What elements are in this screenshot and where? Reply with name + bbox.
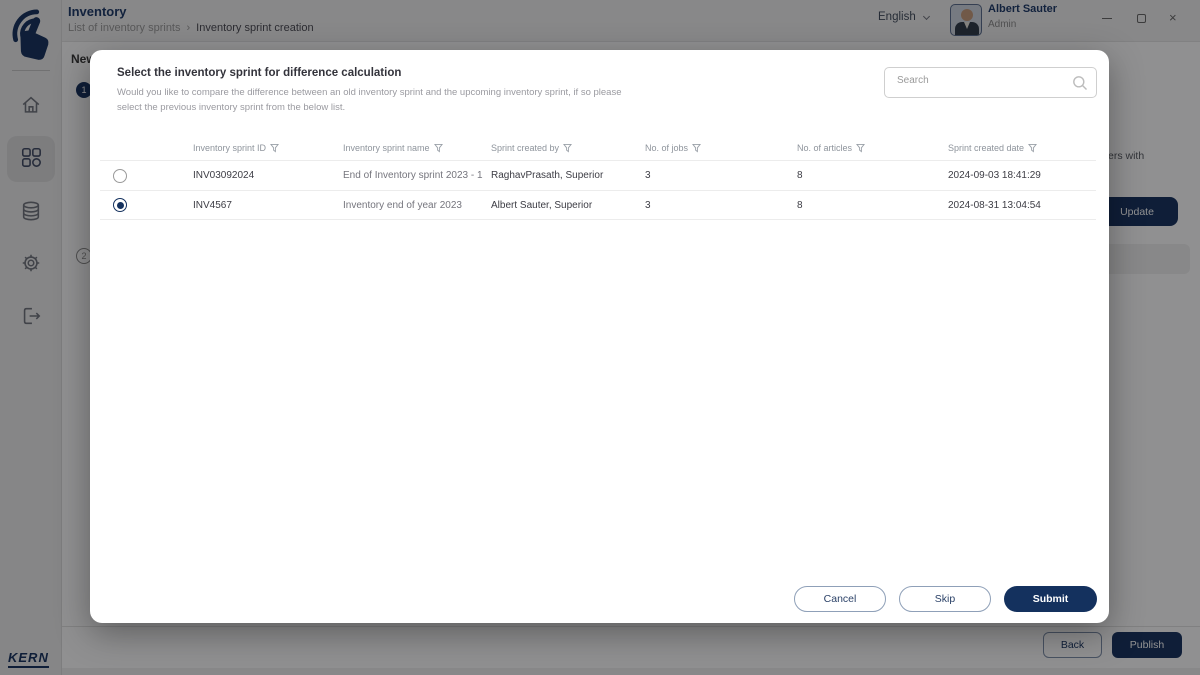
cell-sprint-id: INV4567 [193, 200, 343, 211]
cell-sprint-id: INV03092024 [193, 170, 343, 181]
filter-icon[interactable] [856, 143, 865, 153]
modal-description-line-1: Would you like to compare the difference… [117, 86, 622, 101]
filter-icon[interactable] [270, 143, 279, 153]
column-header-label: Sprint created date [948, 143, 1024, 153]
table-row[interactable]: INV03092024 End of Inventory sprint 2023… [100, 160, 1096, 190]
column-header-jobs[interactable]: No. of jobs [645, 143, 797, 153]
modal-actions: Cancel Skip Submit [794, 586, 1097, 612]
cell-created-date: 2024-08-31 13:04:54 [948, 200, 1096, 211]
column-header-label: Inventory sprint ID [193, 143, 266, 153]
app-window: KERN Inventory List of inventory sprints… [0, 0, 1200, 675]
column-header-label: Sprint created by [491, 143, 559, 153]
modal-description-line-2: select the previous inventory sprint fro… [117, 101, 622, 116]
column-header-sprint-name[interactable]: Inventory sprint name [343, 143, 491, 153]
modal-description: Would you like to compare the difference… [117, 86, 622, 115]
search-box [884, 67, 1097, 98]
sprint-table: Inventory sprint ID Inventory sprint nam… [100, 136, 1096, 220]
filter-icon[interactable] [692, 143, 701, 153]
column-header-sprint-id[interactable]: Inventory sprint ID [193, 143, 343, 153]
cell-articles: 8 [797, 200, 948, 211]
cancel-button[interactable]: Cancel [794, 586, 886, 612]
search-input[interactable] [897, 75, 1062, 86]
column-header-created-by[interactable]: Sprint created by [491, 143, 645, 153]
cell-sprint-name: Inventory end of year 2023 [343, 200, 491, 211]
filter-icon[interactable] [563, 143, 572, 153]
cell-created-by: Albert Sauter, Superior [491, 200, 645, 211]
column-header-label: No. of jobs [645, 143, 688, 153]
cell-created-by: RaghavPrasath, Superior [491, 170, 645, 181]
radio-button-unselected[interactable] [113, 169, 127, 183]
cell-jobs: 3 [645, 200, 797, 211]
filter-icon[interactable] [1028, 143, 1037, 153]
cell-articles: 8 [797, 170, 948, 181]
table-header-row: Inventory sprint ID Inventory sprint nam… [100, 136, 1096, 160]
column-header-created-date[interactable]: Sprint created date [948, 143, 1096, 153]
cell-sprint-name: End of Inventory sprint 2023 - 1 [343, 170, 491, 181]
column-header-articles[interactable]: No. of articles [797, 143, 948, 153]
skip-button[interactable]: Skip [899, 586, 991, 612]
sprint-selection-modal: Select the inventory sprint for differen… [90, 50, 1109, 623]
table-row[interactable]: INV4567 Inventory end of year 2023 Alber… [100, 190, 1096, 220]
column-header-label: No. of articles [797, 143, 852, 153]
column-header-label: Inventory sprint name [343, 143, 430, 153]
search-icon[interactable] [1072, 75, 1088, 96]
filter-icon[interactable] [434, 143, 443, 153]
radio-button-selected[interactable] [113, 198, 127, 212]
cell-jobs: 3 [645, 170, 797, 181]
modal-title: Select the inventory sprint for differen… [117, 67, 401, 79]
submit-button[interactable]: Submit [1004, 586, 1097, 612]
cell-created-date: 2024-09-03 18:41:29 [948, 170, 1096, 181]
